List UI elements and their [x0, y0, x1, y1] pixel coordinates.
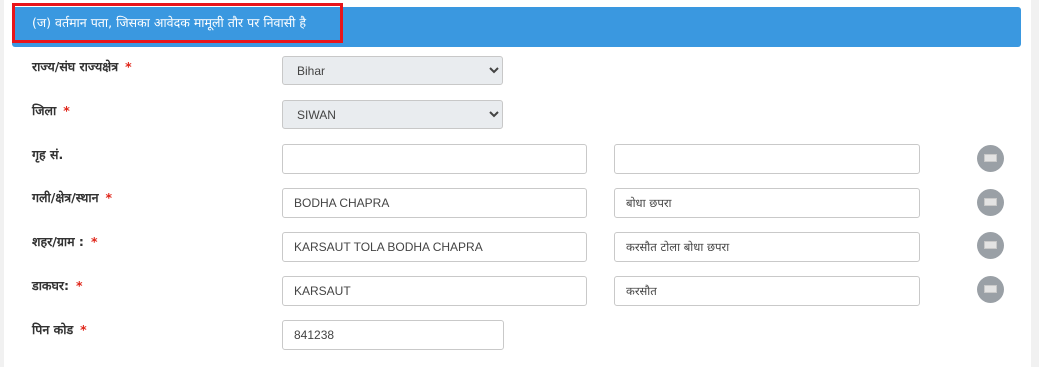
city-input-hindi[interactable]: करसौत टोला बोधा छपरा [614, 232, 920, 262]
district-label: जिला * [32, 102, 70, 119]
house-label: गृह सं. [32, 146, 63, 163]
city-label-text: शहर/ग्राम : [32, 234, 84, 249]
required-mark: * [90, 234, 98, 249]
street-label: गली/क्षेत्र/स्थान * [32, 189, 112, 206]
required-mark: * [105, 190, 113, 205]
required-mark: * [63, 103, 70, 118]
keyboard-icon[interactable] [977, 276, 1004, 303]
keyboard-icon[interactable] [977, 189, 1004, 216]
house-input-hindi[interactable] [614, 144, 920, 174]
keyboard-icon[interactable] [977, 145, 1004, 172]
house-label-text: गृह सं. [32, 147, 64, 162]
state-label: राज्य/संघ राज्यक्षेत्र * [32, 58, 132, 75]
required-mark: * [76, 278, 83, 293]
page-edge-right [1031, 0, 1039, 367]
post-office-input-english[interactable]: KARSAUT [282, 276, 587, 306]
state-select[interactable]: Bihar [282, 56, 503, 85]
pin-label: पिन कोड * [32, 321, 87, 338]
post-office-label-text: डाकघर: [32, 278, 70, 293]
post-office-label: डाकघर: * [32, 277, 83, 294]
pin-label-text: पिन कोड [32, 322, 74, 337]
city-input-english[interactable]: KARSAUT TOLA BODHA CHAPRA [282, 232, 587, 262]
state-label-text: राज्य/संघ राज्यक्षेत्र [32, 59, 119, 74]
city-label: शहर/ग्राम : * [32, 233, 97, 250]
house-input-english[interactable] [282, 144, 587, 174]
post-office-input-hindi[interactable]: करसौत [614, 276, 920, 306]
highlight-annotation [12, 3, 343, 43]
keyboard-icon[interactable] [977, 232, 1004, 259]
required-mark: * [125, 59, 132, 74]
pin-input[interactable]: 841238 [282, 320, 504, 350]
address-form-card [4, 0, 1031, 367]
district-label-text: जिला [32, 103, 57, 118]
district-select[interactable]: SIWAN [282, 100, 503, 129]
street-input-hindi[interactable]: बोधा छपरा [614, 188, 920, 218]
street-input-english[interactable]: BODHA CHAPRA [282, 188, 587, 218]
required-mark: * [80, 322, 87, 337]
street-label-text: गली/क्षेत्र/स्थान [32, 190, 99, 205]
